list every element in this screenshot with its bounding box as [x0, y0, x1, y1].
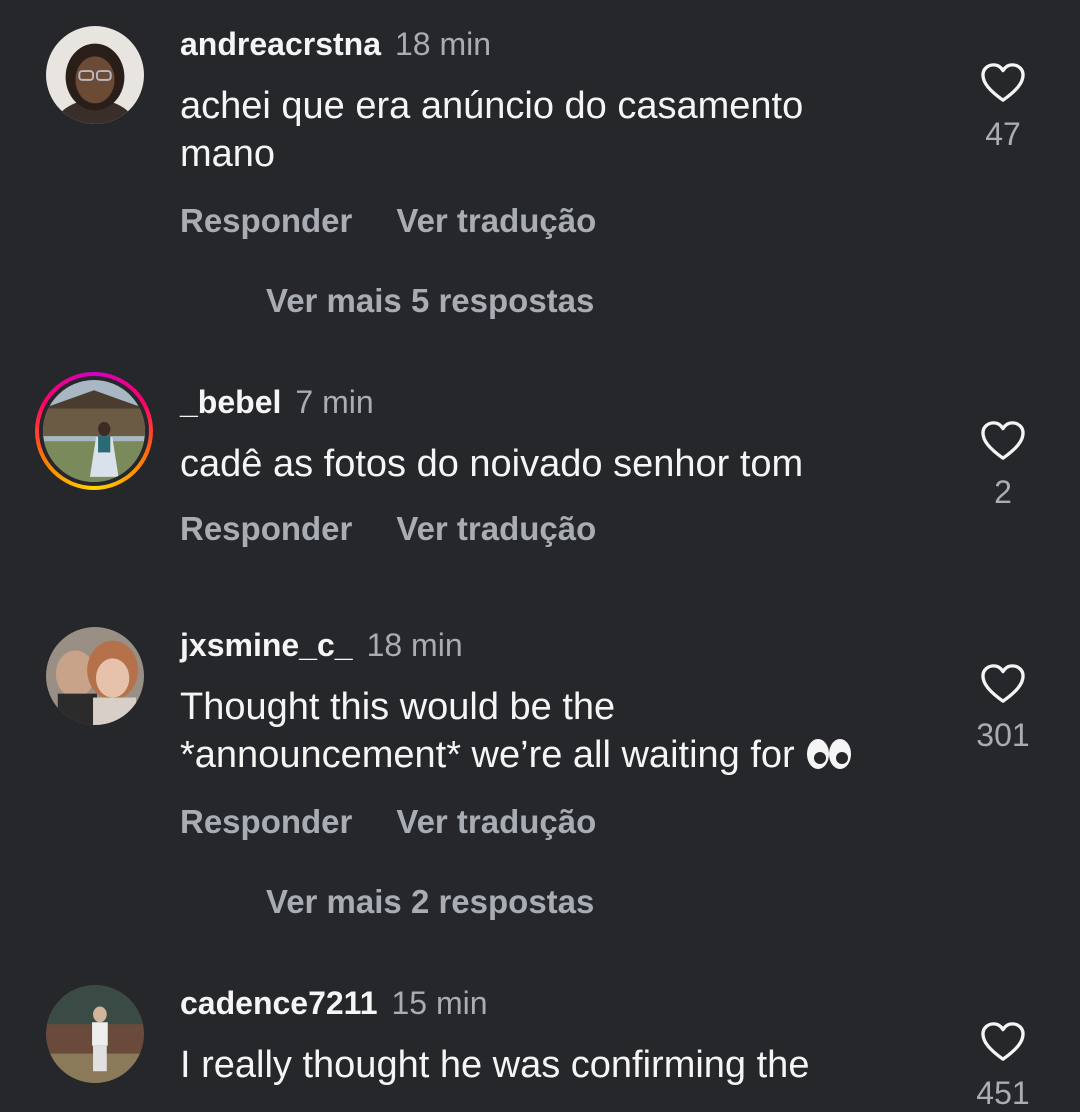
reply-button[interactable]: Responder — [180, 510, 352, 547]
view-more-replies[interactable]: Ver mais 5 respostas — [266, 282, 594, 320]
comment-text-line: *announcement* we’re all waiting for — [180, 734, 795, 776]
translate-button[interactable]: Ver tradução — [396, 510, 596, 547]
comment-time: 18 min — [366, 627, 463, 663]
translate-button[interactable]: Ver tradução — [396, 803, 596, 840]
heart-outline-icon[interactable] — [980, 663, 1026, 705]
comment-time: 15 min — [391, 985, 488, 1021]
username[interactable]: _bebel — [180, 384, 281, 420]
like-group: 2 — [968, 420, 1038, 511]
like-count: 47 — [985, 116, 1021, 152]
heart-outline-icon[interactable] — [980, 1021, 1026, 1063]
avatar[interactable] — [46, 985, 144, 1083]
comment-text: achei que era anúncio do casamento mano — [180, 85, 804, 175]
reply-button[interactable]: Responder — [180, 803, 352, 840]
comment-text: I really thought he was confirming the — [180, 1044, 810, 1086]
comment-time: 7 min — [295, 384, 374, 420]
translate-button[interactable]: Ver tradução — [396, 202, 596, 239]
avatar-story-ring[interactable] — [35, 372, 153, 490]
username[interactable]: cadence7211 — [180, 985, 378, 1021]
like-group: 301 — [968, 663, 1038, 754]
like-count: 2 — [994, 474, 1012, 510]
like-group: 451 — [968, 1021, 1038, 1112]
username[interactable]: andreacrstna — [180, 26, 381, 62]
reply-button[interactable]: Responder — [180, 202, 352, 239]
like-count: 301 — [976, 717, 1030, 753]
comment-text-line: Thought this would be the — [180, 686, 616, 728]
eyes-emoji — [805, 735, 853, 783]
view-more-replies[interactable]: Ver mais 2 respostas — [266, 883, 594, 921]
comment-text: cadê as fotos do noivado senhor tom — [180, 443, 804, 485]
heart-outline-icon[interactable] — [980, 420, 1026, 462]
heart-outline-icon[interactable] — [980, 62, 1026, 104]
avatar — [43, 380, 145, 482]
like-count: 451 — [976, 1075, 1030, 1111]
comment-time: 18 min — [394, 26, 492, 62]
avatar[interactable] — [46, 26, 144, 124]
like-group: 47 — [968, 62, 1038, 153]
username[interactable]: jxsmine_c_ — [180, 627, 353, 663]
comment-text: Thought this would be the *announcement*… — [180, 683, 940, 783]
avatar[interactable] — [46, 627, 144, 725]
